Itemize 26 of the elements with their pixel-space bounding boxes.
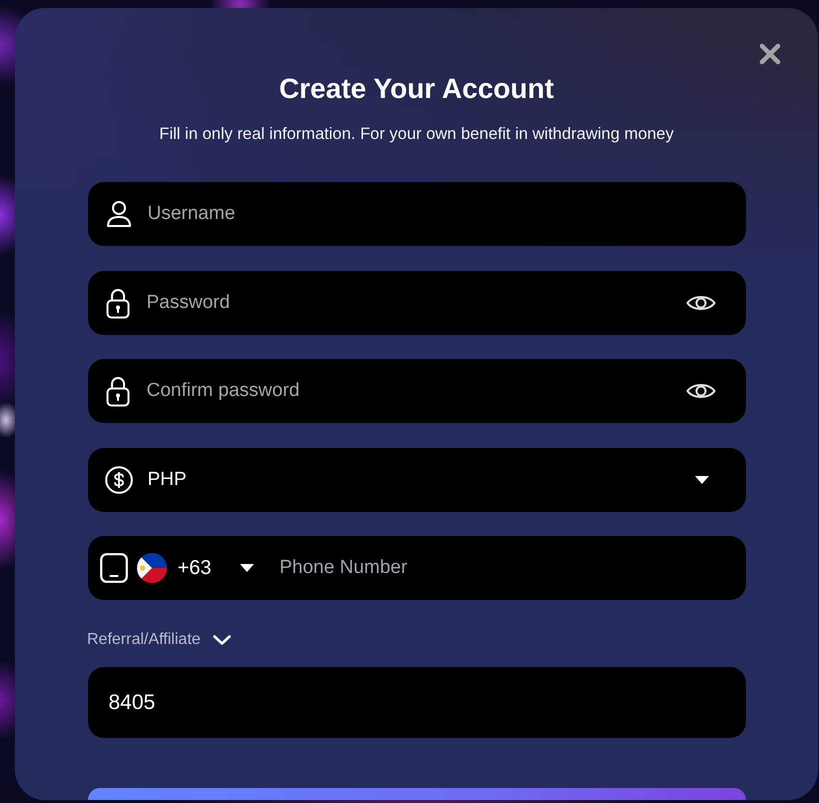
caret-icon — [240, 564, 254, 572]
dollar-icon — [104, 466, 132, 494]
close-icon — [759, 43, 781, 65]
lock-icon — [106, 286, 130, 318]
referral-toggle[interactable]: Referral/Affiliate — [87, 630, 231, 650]
currency-select[interactable]: PHP — [88, 448, 746, 512]
phone-field[interactable]: +63 Phone Number — [88, 536, 746, 600]
phone-number-input[interactable]: Phone Number — [280, 553, 716, 583]
eye-icon[interactable] — [686, 381, 716, 401]
password-field[interactable]: Confirm password — [88, 359, 746, 423]
dialog-subtitle: Fill in only real information. For your own benefit in withdrawing money — [159, 124, 674, 145]
lock-icon — [106, 375, 130, 407]
flag-icon — [136, 553, 166, 583]
username-input[interactable]: Username — [148, 199, 716, 229]
password-input[interactable]: Confirm password — [146, 376, 674, 406]
password-input[interactable]: Password — [146, 288, 674, 318]
referral-code-input[interactable]: 8405 — [88, 667, 746, 738]
caret-icon — [694, 476, 708, 484]
dialog-title: Create Your Account — [279, 72, 554, 106]
close-button[interactable] — [759, 43, 781, 65]
password-field[interactable]: Password — [88, 270, 746, 334]
username-field[interactable]: Username — [88, 182, 746, 246]
country-code-select[interactable]: +63 — [136, 553, 254, 583]
user-icon — [104, 200, 132, 228]
phone-icon — [100, 553, 128, 583]
chevron-icon — [212, 635, 231, 645]
